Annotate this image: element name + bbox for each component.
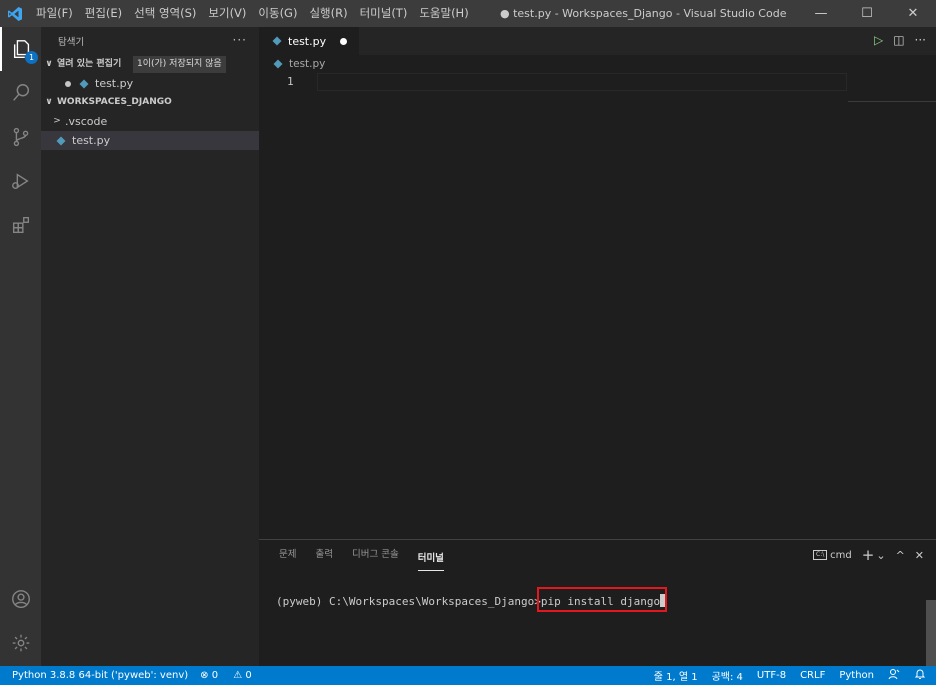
menu-selection[interactable]: 선택 영역(S) [128,0,202,27]
terminal-name: cmd [830,549,852,561]
tab-terminal[interactable]: 터미널 [417,548,444,571]
notifications-bell-icon[interactable] [914,668,926,683]
terminal-output[interactable]: (pyweb) C:\Workspaces\Workspaces_Django>… [276,587,668,612]
unsaved-dot-icon[interactable] [340,38,347,45]
bottom-panel: 문제 출력 디버그 콘솔 터미널 C:\ cmd + ⌄ ^ ✕ (pyweb)… [259,539,936,667]
status-bar: Python 3.8.8 64-bit ('pyweb': venv) ⊗ 0 … [0,666,936,685]
breadcrumb-file[interactable]: test.py [289,58,325,70]
chevron-down-icon: ∨ [45,59,53,69]
source-control-icon[interactable] [0,115,41,159]
terminal-command-highlight: pip install django [536,587,668,612]
run-debug-icon[interactable] [0,159,41,203]
minimize-button[interactable]: — [798,0,844,27]
menu-help[interactable]: 도움말(H) [413,0,474,27]
folder-name: .vscode [65,115,108,128]
account-icon[interactable] [0,577,41,621]
terminal-selector[interactable]: C:\ cmd [813,550,852,561]
tab-debug-console[interactable]: 디버그 콘솔 [352,540,399,570]
menu-run[interactable]: 실행(R) [303,0,353,27]
warning-count: ⚠ 0 [233,670,252,681]
editor-tab-bar: test.py ▷ ◫ ··· [259,27,936,55]
language-mode[interactable]: Python [839,670,874,681]
chevron-down-icon: ∨ [45,97,53,107]
editor-actions: ▷ ◫ ··· [874,33,926,47]
indentation[interactable]: 공백: 4 [712,668,743,683]
breadcrumb: test.py [259,55,936,73]
open-editors-label: 열려 있는 편집기 [57,59,122,69]
tab-label: test.py [288,34,327,48]
folder-item-vscode[interactable]: > .vscode [41,112,259,131]
tab-output[interactable]: 출력 [315,540,332,570]
problems-status[interactable]: ⊗ 0 ⚠ 0 [200,670,264,681]
explorer-header: 탐색기 ··· [41,27,259,55]
run-python-button[interactable]: ▷ [874,33,883,47]
terminal-dropdown-icon[interactable]: ⌄ [876,549,885,562]
open-editor-filename: test.py [95,77,134,90]
file-name: test.py [72,134,111,147]
open-editors-section[interactable]: ∨ 열려 있는 편집기 1이(가) 저장되지 않음 [41,55,259,74]
menu-go[interactable]: 이동(G) [252,0,303,27]
workspace-section[interactable]: ∨ WORKSPACES_DJANGO [41,93,259,112]
menu-edit[interactable]: 편집(E) [79,0,128,27]
code-editor[interactable]: 1 [259,73,936,93]
python-file-icon [273,59,283,69]
python-file-icon [56,136,66,145]
settings-gear-icon[interactable] [0,621,41,665]
terminal-scrollbar[interactable] [926,600,936,667]
workspace-label: WORKSPACES_DJANGO [57,97,172,107]
highlight-box [536,587,667,612]
menu-terminal[interactable]: 터미널(T) [354,0,414,27]
title-bar: 파일(F) 편집(E) 선택 영역(S) 보기(V) 이동(G) 실행(R) 터… [0,0,936,27]
split-editor-button[interactable]: ◫ [893,33,904,47]
minimap [848,101,936,102]
maximize-panel-button[interactable]: ^ [896,549,905,562]
menu-view[interactable]: 보기(V) [202,0,252,27]
activity-bar: 1 [0,27,41,666]
window-title: ● test.py - Workspaces_Django - Visual S… [500,7,787,20]
python-file-icon [272,36,282,46]
feedback-icon[interactable] [888,668,900,683]
terminal-prompt: (pyweb) C:\Workspaces\Workspaces_Django> [276,595,541,608]
open-editor-item[interactable]: test.py [41,74,259,93]
cursor-position[interactable]: 줄 1, 열 1 [654,668,698,683]
python-interpreter[interactable]: Python 3.8.8 64-bit ('pyweb': venv) [12,670,188,681]
explorer-sidebar: 탐색기 ··· ∨ 열려 있는 편집기 1이(가) 저장되지 않음 test.p… [41,27,259,666]
chevron-right-icon: > [53,116,61,126]
end-of-line[interactable]: CRLF [800,670,825,681]
explorer-title: 탐색기 [58,37,85,48]
vscode-logo-icon [0,0,30,27]
new-terminal-button[interactable]: + [862,546,875,564]
file-item-test-py[interactable]: test.py [41,131,259,150]
editor-more-button[interactable]: ··· [915,33,926,47]
encoding[interactable]: UTF-8 [757,670,786,681]
panel-actions: C:\ cmd + ⌄ ^ ✕ [813,546,924,564]
explorer-badge: 1 [25,51,38,64]
editor-area: test.py ▷ ◫ ··· test.py 1 [259,27,936,539]
terminal-icon: C:\ [813,550,828,560]
tab-test-py[interactable]: test.py [259,27,359,55]
more-actions-icon[interactable]: ··· [233,33,247,47]
unsaved-dot-icon [65,80,71,87]
menu-file[interactable]: 파일(F) [30,0,79,27]
window-controls: — ☐ ✕ [798,0,936,27]
python-file-icon [79,79,89,88]
line-number: 1 [287,75,294,88]
extensions-icon[interactable] [0,203,41,247]
error-count: ⊗ 0 [200,670,219,681]
current-line-highlight [317,73,847,91]
close-panel-button[interactable]: ✕ [915,549,924,562]
search-icon[interactable] [0,71,41,115]
explorer-icon[interactable]: 1 [0,27,41,71]
menu-bar: 파일(F) 편집(E) 선택 영역(S) 보기(V) 이동(G) 실행(R) 터… [30,0,475,27]
unsaved-tooltip: 1이(가) 저장되지 않음 [133,56,226,73]
tab-problems[interactable]: 문제 [279,540,296,570]
close-window-button[interactable]: ✕ [890,0,936,27]
maximize-button[interactable]: ☐ [844,0,890,27]
